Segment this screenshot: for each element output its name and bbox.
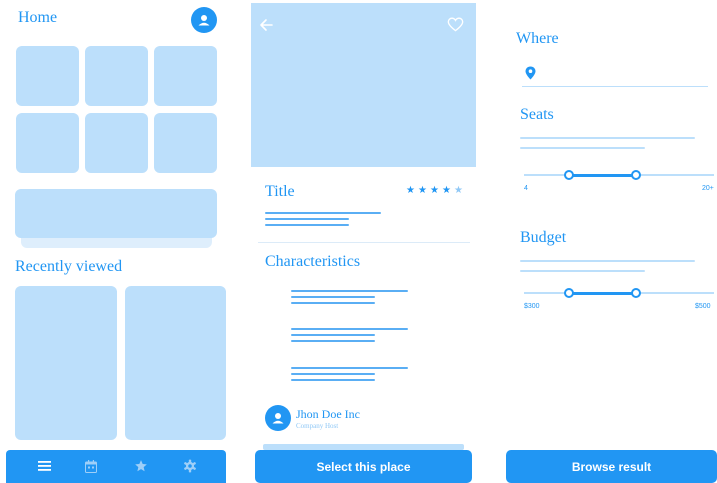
gear-icon[interactable] xyxy=(183,459,197,473)
where-input[interactable] xyxy=(522,64,708,87)
slider-range-fill xyxy=(569,292,636,295)
category-tile[interactable] xyxy=(85,113,148,173)
seats-max-label: 20+ xyxy=(702,185,714,192)
recent-item-card[interactable] xyxy=(15,286,117,440)
browse-result-button[interactable]: Browse result xyxy=(506,450,717,483)
star-icon: ★ xyxy=(418,185,427,196)
user-icon xyxy=(198,15,210,26)
text-placeholder-line xyxy=(291,379,375,381)
back-arrow-icon[interactable] xyxy=(259,18,273,32)
slider-handle-max[interactable] xyxy=(631,288,641,298)
text-placeholder-line xyxy=(291,296,375,298)
bottom-nav-bar xyxy=(6,450,226,483)
where-heading: Where xyxy=(516,30,559,47)
heart-icon[interactable] xyxy=(447,17,464,32)
category-tile[interactable] xyxy=(85,46,148,106)
star-icon: ★ xyxy=(454,185,463,196)
seats-min-label: 4 xyxy=(524,185,528,192)
text-placeholder-line xyxy=(265,212,381,214)
slider-range-fill xyxy=(569,174,636,177)
category-tile[interactable] xyxy=(16,46,79,106)
text-placeholder-line xyxy=(291,373,375,375)
text-placeholder-line xyxy=(520,270,645,272)
recently-viewed-heading: Recently viewed xyxy=(15,258,123,275)
section-divider xyxy=(258,242,470,243)
star-icon: ★ xyxy=(430,185,439,196)
star-icon: ★ xyxy=(442,185,451,196)
featured-card[interactable] xyxy=(15,189,217,238)
slider-handle-min[interactable] xyxy=(564,170,574,180)
characteristics-heading: Characteristics xyxy=(265,253,361,270)
menu-icon[interactable] xyxy=(38,460,51,472)
category-tile[interactable] xyxy=(154,113,217,173)
calendar-icon[interactable] xyxy=(85,460,97,473)
category-tile[interactable] xyxy=(154,46,217,106)
star-icon: ★ xyxy=(406,185,415,196)
budget-heading: Budget xyxy=(520,229,567,246)
text-placeholder-line xyxy=(520,137,695,139)
profile-avatar-button[interactable] xyxy=(191,7,217,33)
slider-handle-min[interactable] xyxy=(564,288,574,298)
user-icon xyxy=(272,413,284,424)
host-role: Company Host xyxy=(296,422,339,430)
host-avatar xyxy=(265,405,291,431)
text-placeholder-line xyxy=(291,340,375,342)
text-placeholder-line xyxy=(291,328,408,330)
host-name: Jhon Doe Inc xyxy=(296,407,360,421)
text-placeholder-line xyxy=(291,334,375,336)
budget-min-label: $300 xyxy=(524,303,540,310)
home-title: Home xyxy=(18,9,58,26)
text-placeholder-line xyxy=(520,260,695,262)
text-placeholder-line xyxy=(265,218,349,220)
hero-image xyxy=(251,3,476,167)
text-placeholder-line xyxy=(291,367,408,369)
seats-heading: Seats xyxy=(520,106,554,123)
text-placeholder-line xyxy=(291,302,375,304)
select-place-button[interactable]: Select this place xyxy=(255,450,472,483)
text-placeholder-line xyxy=(265,224,349,226)
category-tile[interactable] xyxy=(16,113,79,173)
star-icon[interactable] xyxy=(134,459,148,473)
text-placeholder-line xyxy=(291,290,408,292)
budget-max-label: $500 xyxy=(695,303,711,310)
text-placeholder-line xyxy=(520,147,645,149)
slider-handle-max[interactable] xyxy=(631,170,641,180)
place-title: Title xyxy=(265,183,295,200)
recent-item-card[interactable] xyxy=(125,286,226,440)
